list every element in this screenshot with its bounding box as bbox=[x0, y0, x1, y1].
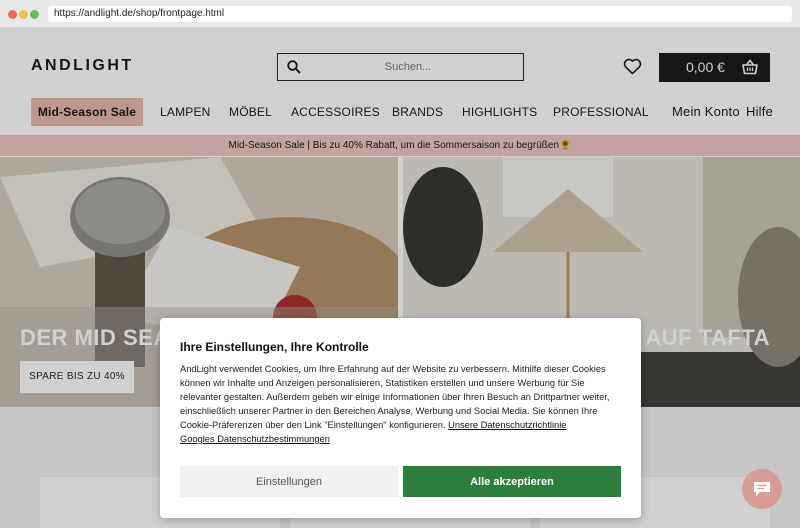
cookie-consent-dialog: Ihre Einstellungen, Ihre Kontrolle AndLi… bbox=[160, 318, 641, 518]
browser-toolbar: https://andlight.de/shop/frontpage.html bbox=[0, 0, 800, 28]
chat-button[interactable] bbox=[742, 469, 782, 509]
minimize-window-button[interactable] bbox=[19, 10, 28, 19]
privacy-policy-link[interactable]: Unsere Datenschutzrichtlinie bbox=[448, 420, 566, 430]
google-privacy-link[interactable]: Googles Datenschutzbestimmungen bbox=[180, 434, 330, 444]
accept-all-cookies-button[interactable]: Alle akzeptieren bbox=[403, 466, 621, 497]
cookie-settings-button[interactable]: Einstellungen bbox=[180, 466, 398, 497]
close-window-button[interactable] bbox=[8, 10, 17, 19]
maximize-window-button[interactable] bbox=[30, 10, 39, 19]
cookie-dialog-title: Ihre Einstellungen, Ihre Kontrolle bbox=[180, 340, 369, 354]
cookie-dialog-body: AndLight verwendet Cookies, um Ihre Erfa… bbox=[180, 362, 625, 446]
chat-bubble-icon bbox=[754, 482, 770, 496]
address-bar[interactable]: https://andlight.de/shop/frontpage.html bbox=[48, 6, 792, 22]
